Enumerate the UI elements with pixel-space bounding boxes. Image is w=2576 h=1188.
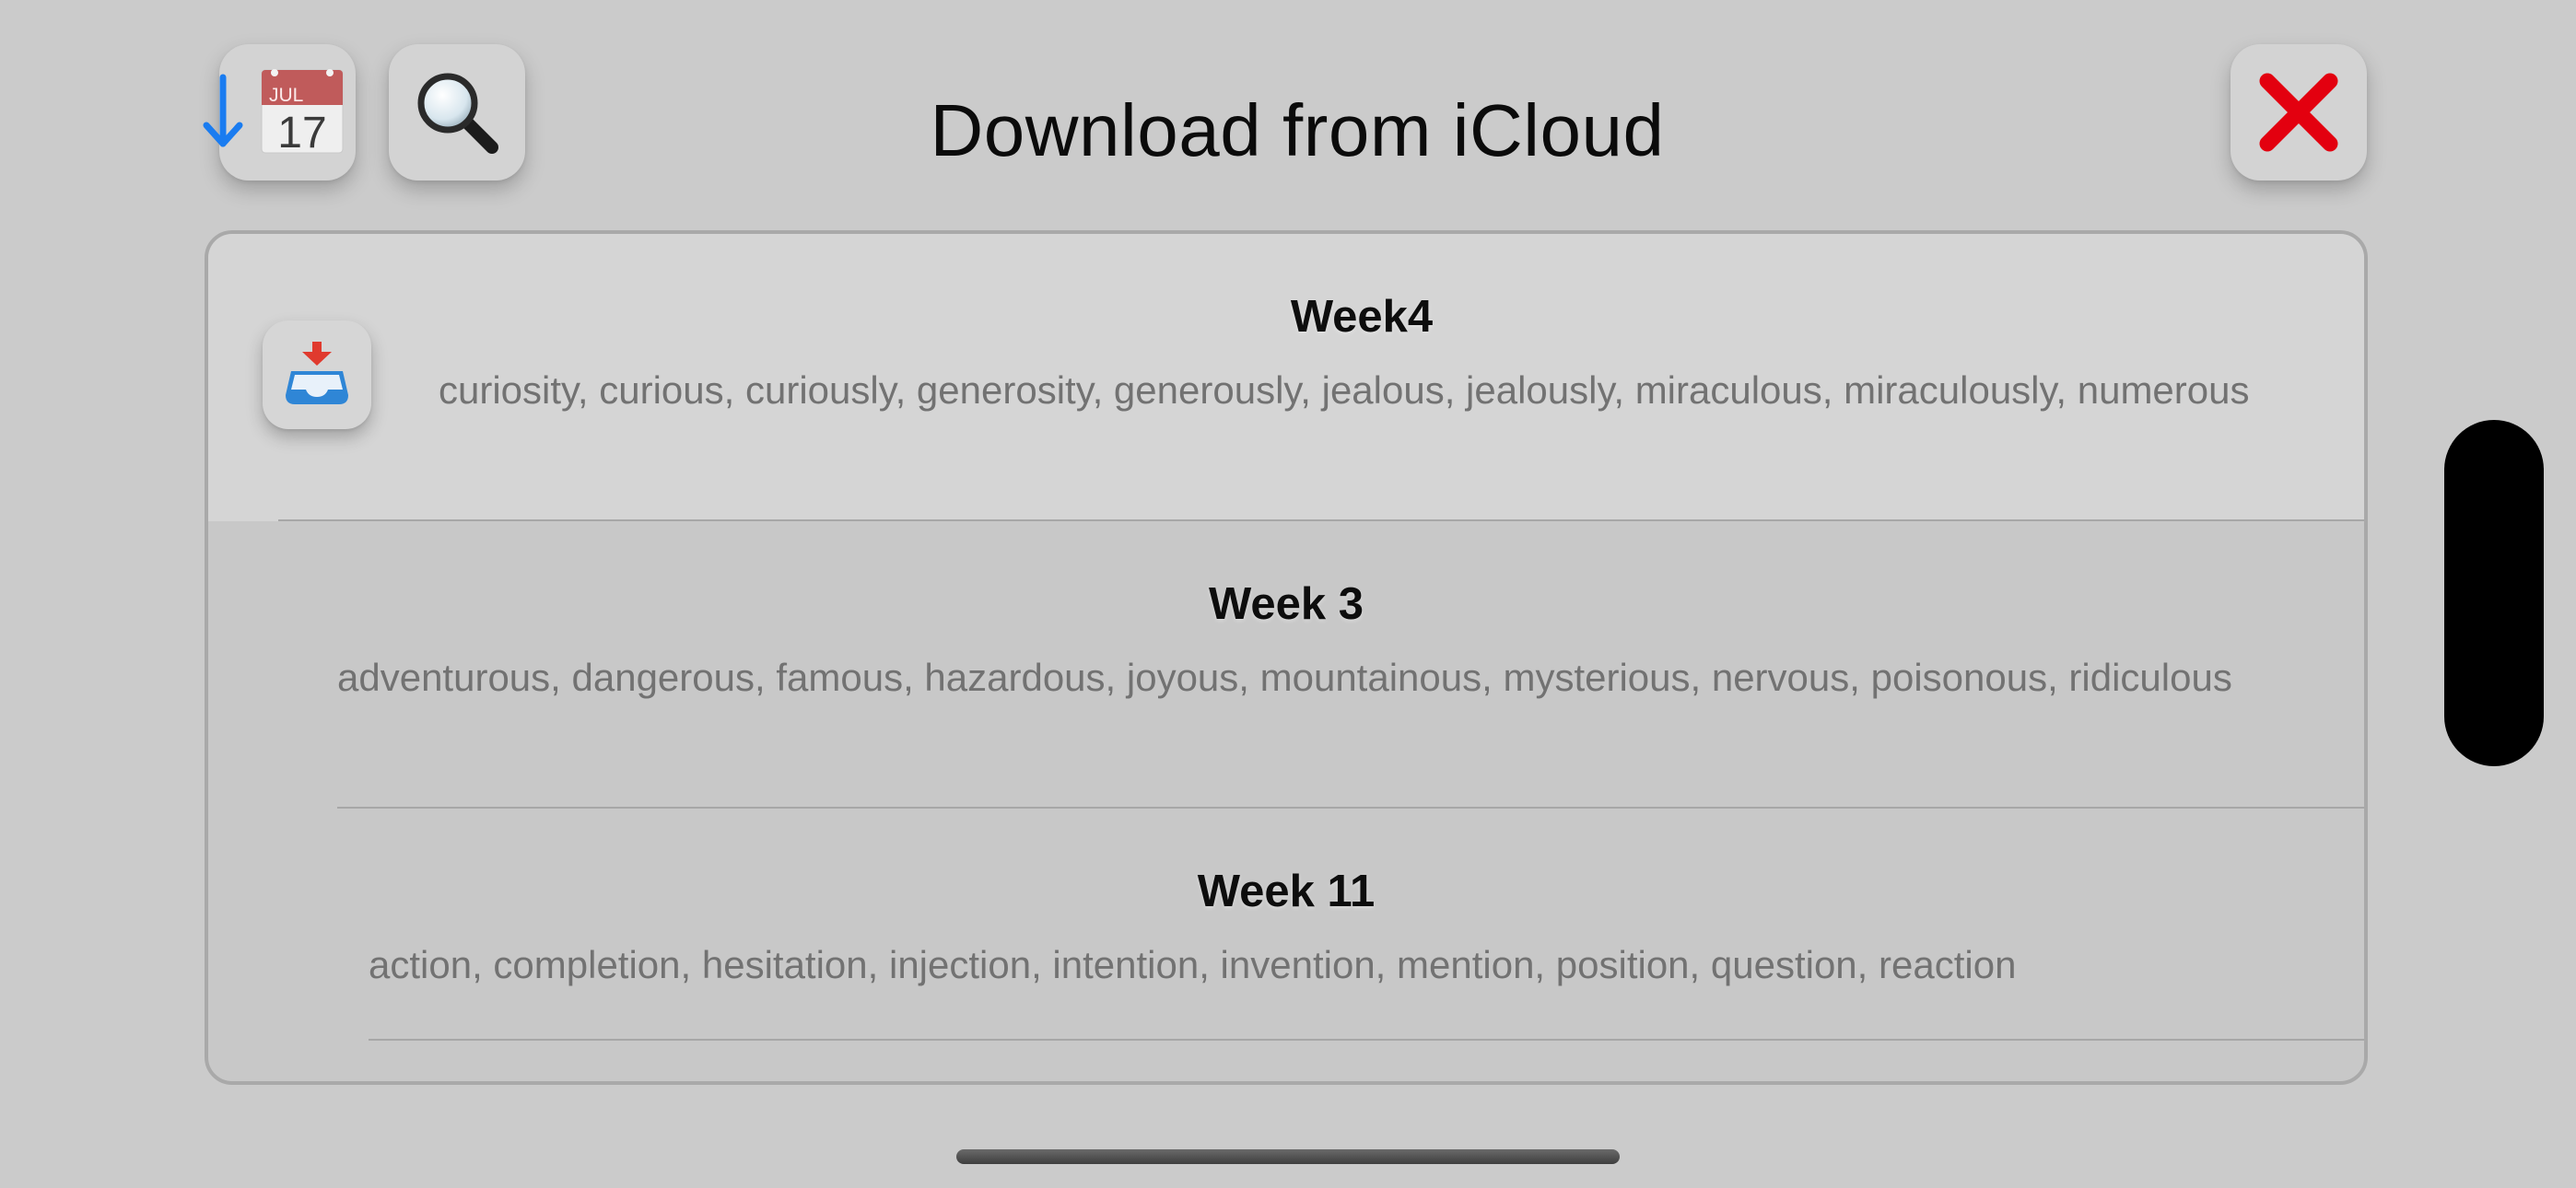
row-title: Week4	[1290, 292, 1434, 342]
camera-housing	[2444, 420, 2544, 766]
close-button[interactable]	[2231, 44, 2367, 181]
week-list[interactable]: Week4 curiosity, curious, curiously, gen…	[205, 230, 2368, 1085]
red-arrow	[302, 342, 332, 366]
inbox-download-icon	[286, 342, 348, 404]
row-words: curiosity, curious, curiously, generosit…	[439, 368, 2250, 412]
row-words: action, completion, hesitation, injectio…	[369, 943, 2017, 986]
close-x-icon	[2259, 73, 2338, 152]
row-title: Week 11	[1197, 867, 1376, 916]
row-words: adventurous, dangerous, famous, hazardou…	[337, 656, 2232, 699]
row-divider	[369, 1039, 2364, 1041]
row-title: Week 3	[1209, 579, 1364, 629]
home-indicator[interactable]	[956, 1149, 1620, 1164]
list-item[interactable]: Week4 curiosity, curious, curiously, gen…	[208, 234, 2364, 521]
list-item[interactable]: Week 11 action, completion, hesitation, …	[208, 809, 2364, 1041]
page-title: Download from iCloud	[930, 89, 1665, 171]
download-row-button[interactable]	[263, 320, 371, 429]
list-item[interactable]: Week 3 adventurous, dangerous, famous, h…	[208, 521, 2364, 809]
